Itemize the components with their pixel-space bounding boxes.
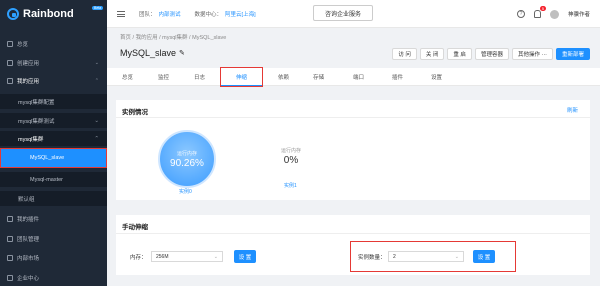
plus-icon <box>7 59 13 66</box>
datacenter-label: 数据中心： <box>194 11 223 18</box>
chevron-up-icon: ⌃ <box>94 77 99 84</box>
tab-scaling[interactable]: 伸缩 <box>220 67 263 87</box>
chevron-up-icon: ⌃ <box>94 135 99 142</box>
sidebar: Rainbond Beta 总览 创建应用 ⌄ 我的应用 ⌃ mysql集群配置 m… <box>0 0 107 286</box>
sidebar-item-overview[interactable]: 总览 <box>0 36 107 51</box>
instances-card: 实例情况 刷新 运行内存 90.26% 实例0 运行内存 0% 实例1 <box>116 100 590 200</box>
chevron-down-icon: ⌄ <box>213 253 218 260</box>
refresh-link[interactable]: 刷新 <box>567 106 578 114</box>
tab-logs[interactable]: 日志 <box>194 68 205 86</box>
team-icon <box>7 235 13 242</box>
sidebar-default-group[interactable]: 默认组 <box>0 191 107 206</box>
rainbond-logo-icon <box>7 8 19 20</box>
instance-count-select[interactable]: 2 ⌄ <box>388 251 464 262</box>
topbar: 团队： 内部测试 数据中心： 阿里云[上海] 咨询企业服务 ? 5 神骥作者 <box>107 0 600 28</box>
more-actions-button[interactable]: 其他操作 ··· <box>511 48 553 60</box>
team-label: 团队： <box>139 11 156 18</box>
visit-button[interactable]: 访 问 <box>392 48 417 60</box>
chevron-down-icon: ⌄ <box>454 253 459 260</box>
help-icon[interactable]: ? <box>516 10 525 18</box>
edit-icon[interactable]: ✎ <box>179 49 185 57</box>
sidebar-app-mysql-test[interactable]: mysql集群测试 ⌄ <box>0 113 107 128</box>
memory-set-button[interactable]: 设 置 <box>234 250 256 263</box>
divider <box>116 117 590 118</box>
redeploy-button[interactable]: 重新部署 <box>555 48 590 60</box>
memory-label: 内存： <box>130 255 147 261</box>
sidebar-app-mysql-cluster[interactable]: mysql集群 ⌃ <box>0 131 107 146</box>
avatar[interactable] <box>549 9 559 19</box>
instances-title: 实例情况 <box>122 109 148 116</box>
tab-storage[interactable]: 存储 <box>313 68 324 86</box>
scaling-title: 手动伸缩 <box>122 224 148 231</box>
tab-dependencies[interactable]: 依赖 <box>278 68 289 86</box>
chevron-down-icon: ⌄ <box>94 59 99 66</box>
plugin-icon <box>7 215 13 222</box>
team-select[interactable]: 内部测试 <box>159 10 181 18</box>
instance-0-memory-gauge[interactable]: 运行内存 90.26% <box>158 130 216 188</box>
tab-ports[interactable]: 端口 <box>353 68 364 86</box>
action-buttons: 访 问 关 闭 重 启 管理容器 其他操作 ··· 重新部署 <box>392 48 590 60</box>
tab-settings[interactable]: 设置 <box>431 68 442 86</box>
breadcrumb[interactable]: 首页 / 我的应用 / mysql集群 / MySQL_slave <box>120 33 226 41</box>
page-title: MySQL_slave ✎ <box>120 48 185 58</box>
logo-text: Rainbond <box>23 8 74 20</box>
sidebar-item-team[interactable]: 团队管理 <box>0 231 107 246</box>
sidebar-item-market[interactable]: 内部市场 <box>0 250 107 265</box>
instance-count-label: 实例数量： <box>358 255 386 261</box>
apps-icon <box>7 77 13 84</box>
tab-monitor[interactable]: 监控 <box>158 68 169 86</box>
bell-icon[interactable]: 5 <box>533 6 546 18</box>
logo[interactable]: Rainbond <box>0 0 107 28</box>
close-button[interactable]: 关 闭 <box>419 48 445 60</box>
sidebar-item-my-apps[interactable]: 我的应用 ⌃ <box>0 73 107 88</box>
instance-count-set-button[interactable]: 设 置 <box>473 250 495 263</box>
market-icon <box>7 254 13 261</box>
dashboard-icon <box>7 40 13 47</box>
enterprise-icon <box>7 274 13 281</box>
divider <box>116 233 590 234</box>
tab-plugins[interactable]: 插件 <box>392 68 403 86</box>
consult-button[interactable]: 咨询企业服务 <box>313 5 373 21</box>
beta-badge: Beta <box>92 6 104 10</box>
instance-1-memory[interactable]: 运行内存 0% <box>271 147 311 166</box>
manage-container-button[interactable]: 管理容器 <box>474 48 509 60</box>
sidebar-component-mysql-master[interactable]: Mysql-master <box>0 172 107 187</box>
sidebar-item-create-app[interactable]: 创建应用 ⌄ <box>0 55 107 70</box>
username[interactable]: 神骥作者 <box>568 10 590 18</box>
chevron-down-icon: ⌄ <box>94 117 99 124</box>
instance-0-link[interactable]: 实例0 <box>179 188 192 195</box>
notification-badge: 5 <box>539 6 546 11</box>
sidebar-component-mysql-slave[interactable]: MySQL_slave <box>0 148 107 168</box>
sidebar-item-enterprise[interactable]: 企业中心 <box>0 270 107 285</box>
datacenter-select[interactable]: 阿里云[上海] <box>225 10 256 18</box>
manual-scaling-card: 手动伸缩 内存： 256M ⌄ 设 置 实例数量： 2 ⌄ 设 置 <box>116 215 590 275</box>
restart-button[interactable]: 重 启 <box>447 48 472 60</box>
menu-toggle-icon[interactable] <box>117 10 125 17</box>
tab-bar: 总览 监控 日志 伸缩 依赖 存储 端口 插件 设置 <box>107 67 600 87</box>
instance-1-link[interactable]: 实例1 <box>284 182 297 189</box>
sidebar-app-mysql-config[interactable]: mysql集群配置 <box>0 94 107 109</box>
sidebar-item-plugins[interactable]: 我的插件 <box>0 211 107 226</box>
tab-overview[interactable]: 总览 <box>122 68 133 86</box>
memory-select[interactable]: 256M ⌄ <box>151 251 223 262</box>
